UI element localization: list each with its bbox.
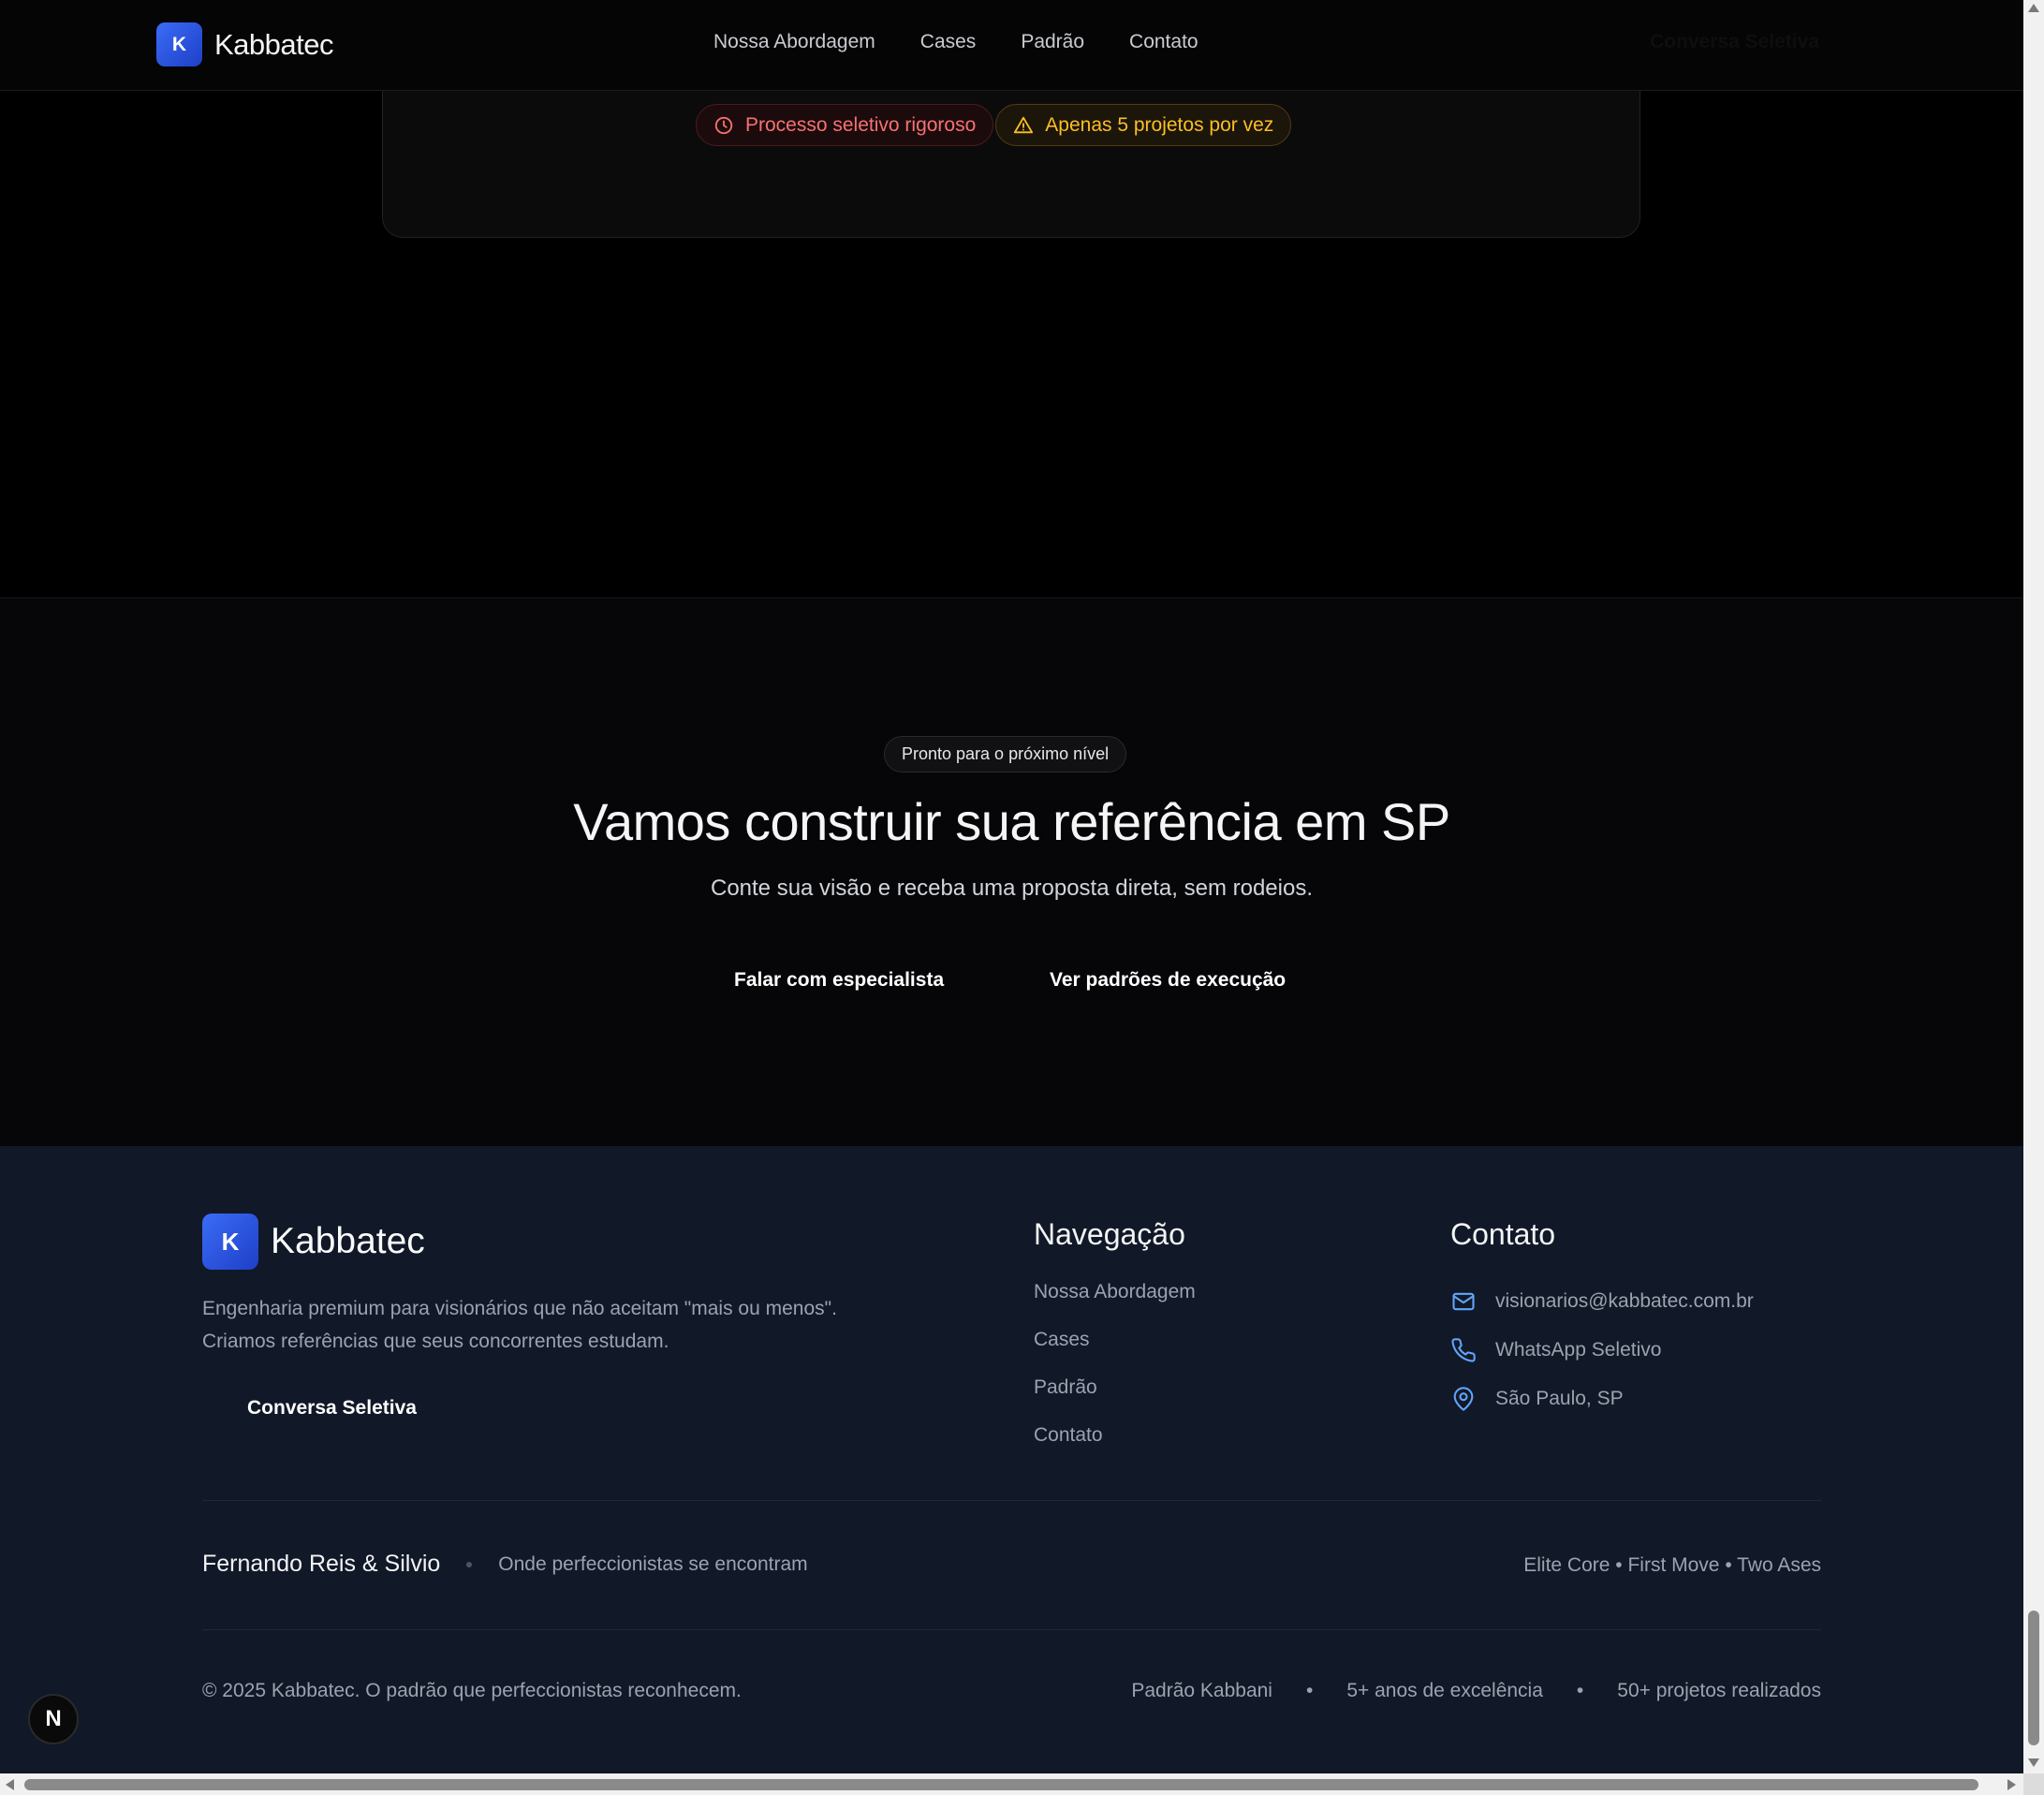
contact-whatsapp[interactable]: WhatsApp Seletivo [1450,1326,1754,1375]
footer-brand: K Kabbatec [202,1214,425,1270]
page: K Kabbatec Nossa Abordagem Cases Padrão … [0,0,2044,1795]
footer-cta-button[interactable]: Conversa Seletiva [247,1397,417,1420]
scrollbar-corner [2023,1773,2044,1795]
contact-location-text: São Paulo, SP [1495,1388,1624,1409]
footer-stats: Padrão Kabbani • 5+ anos de excelência •… [1131,1680,1821,1702]
card-badges: Processo seletivo rigoroso Apenas 5 proj… [696,104,1292,146]
footer-divider-bottom [202,1629,1821,1630]
scroll-up-arrow-icon[interactable] [2028,4,2039,12]
view-standards-button[interactable]: Ver padrões de execução [1050,969,1286,992]
scroll-right-arrow-icon[interactable] [2007,1779,2016,1790]
nav-link-contato[interactable]: Contato [1129,31,1198,53]
vertical-scrollbar[interactable] [2023,0,2044,1773]
separator-dot [466,1561,473,1567]
contact-location: São Paulo, SP [1450,1375,1754,1423]
brand-name: Kabbatec [214,27,334,61]
contact-whatsapp-text: WhatsApp Seletivo [1495,1339,1662,1361]
stat-separator: • [1576,1680,1584,1701]
footer-contact-list: visionarios@kabbatec.com.br WhatsApp Sel… [1450,1277,1754,1423]
next-level-pill: Pronto para o próximo nível [884,736,1127,772]
nav-cta-button[interactable]: Conversa Seletiva [1650,31,1819,53]
stat-separator: • [1305,1680,1314,1701]
stat-projects: 50+ projetos realizados [1617,1680,1821,1701]
nav-link-cases[interactable]: Cases [920,31,977,53]
top-navbar: K Kabbatec Nossa Abordagem Cases Padrão … [0,0,2023,91]
badge-selective-process: Processo seletivo rigoroso [696,104,994,146]
badge-limited-projects-label: Apenas 5 projetos por vez [1045,113,1274,136]
warning-icon [1014,116,1034,133]
footer-logo-letter: K [221,1227,240,1256]
nav-link-padrao[interactable]: Padrão [1021,31,1084,53]
footer-description: Engenharia premium para visionários que … [202,1298,837,1352]
footer-nav-contato[interactable]: Contato [1034,1424,1196,1472]
contact-email-text: visionarios@kabbatec.com.br [1495,1290,1754,1312]
stat-standard: Padrão Kabbani [1131,1680,1272,1701]
copyright: © 2025 Kabbatec. O padrão que perfeccion… [202,1680,742,1701]
vertical-scroll-thumb[interactable] [2028,1611,2039,1745]
partner-brands: Elite Core • First Move • Two Ases [1523,1554,1821,1576]
footer-nav-abordagem[interactable]: Nossa Abordagem [1034,1281,1196,1329]
founders-tagline: Onde perfeccionistas se encontram [498,1552,808,1575]
footer-contact-title: Contato [1450,1217,1556,1251]
footer-nav-list: Nossa Abordagem Cases Padrão Contato [1034,1281,1196,1472]
footer-nav-title: Navegação [1034,1217,1185,1251]
footer-founders-row: Fernando Reis & Silvio Onde perfeccionis… [202,1551,808,1578]
stat-years: 5+ anos de excelência [1346,1680,1543,1701]
scroll-left-arrow-icon[interactable] [6,1779,14,1790]
badge-selective-process-label: Processo seletivo rigoroso [745,113,977,136]
map-pin-icon [1453,1387,1474,1411]
footer-nav-cases[interactable]: Cases [1034,1329,1196,1376]
logo-letter: K [171,33,187,55]
contact-email[interactable]: visionarios@kabbatec.com.br [1450,1277,1754,1326]
clock-icon [714,116,733,134]
footer-brand-name: Kabbatec [271,1221,425,1261]
nextjs-dev-badge[interactable]: N [28,1694,79,1744]
horizontal-scrollbar[interactable] [0,1773,2023,1795]
cta-section: Pronto para o próximo nível Vamos constr… [0,597,2023,1146]
scroll-down-arrow-icon[interactable] [2028,1758,2039,1767]
nav-link-abordagem[interactable]: Nossa Abordagem [713,31,875,53]
cta-title: Vamos construir sua referência em SP [573,792,1450,851]
founders-names: Fernando Reis & Silvio [202,1551,441,1577]
mail-icon [1452,1292,1475,1311]
footer-divider-top [202,1500,1821,1501]
footer: K Kabbatec Engenharia premium para visio… [0,1146,2023,1773]
logo-mark: K [156,22,202,66]
nav-links: Nossa Abordagem Cases Padrão Contato [713,31,1243,53]
footer-logo-mark: K [202,1214,258,1270]
phone-icon [1451,1338,1476,1362]
badge-limited-projects: Apenas 5 projetos por vez [995,104,1292,146]
horizontal-scroll-thumb[interactable] [24,1779,1978,1790]
footer-nav-padrao[interactable]: Padrão [1034,1376,1196,1424]
talk-to-specialist-button[interactable]: Falar com especialista [734,969,944,992]
brand-logo-link[interactable]: K Kabbatec [156,22,334,66]
cta-subtitle: Conte sua visão e receba uma proposta di… [710,875,1314,901]
